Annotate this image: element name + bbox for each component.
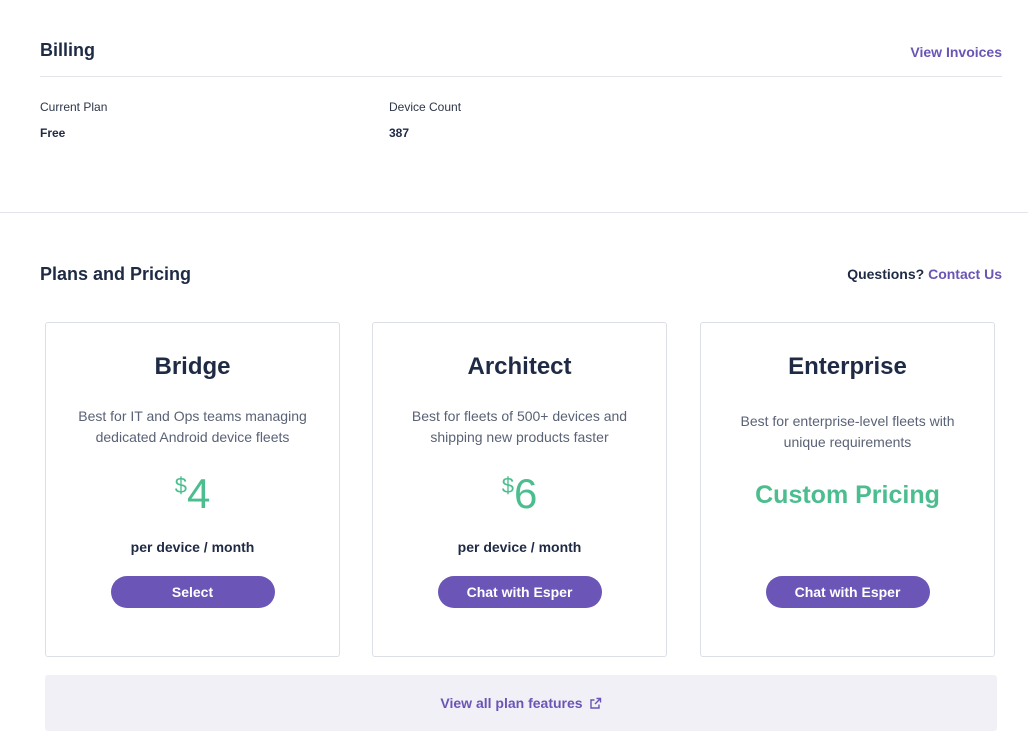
billing-header: Billing View Invoices (40, 38, 1002, 77)
device-count-label: Device Count (389, 100, 462, 114)
plans-title: Plans and Pricing (40, 264, 192, 284)
plan-card-bridge: Bridge Best for IT and Ops teams managin… (45, 322, 340, 657)
questions-text: Questions? Contact Us (847, 266, 1002, 282)
plan-description: Best for enterprise-level fleets with un… (740, 413, 955, 450)
plan-period: per device / month (130, 539, 255, 555)
price-currency: $ (174, 473, 187, 498)
price-amount: 4 (186, 470, 211, 517)
plan-card-enterprise: Enterprise Best for enterprise-level fle… (700, 322, 995, 657)
current-plan-value: Free (40, 126, 66, 140)
view-invoices-link[interactable]: View Invoices (910, 44, 1002, 60)
plans-header: Plans and Pricing Questions? Contact Us (40, 262, 1002, 285)
device-count-field: Device Count 387 (389, 100, 461, 140)
plan-description: Best for IT and Ops teams managing dedic… (78, 408, 307, 445)
plan-name: Bridge (154, 353, 231, 380)
chat-with-esper-button[interactable]: Chat with Esper (765, 576, 930, 608)
select-button[interactable]: Select (110, 576, 275, 608)
questions-label: Questions? (847, 265, 925, 282)
plan-description: Best for fleets of 500+ devices and ship… (411, 408, 628, 445)
plan-name: Enterprise (788, 353, 907, 380)
custom-pricing: Custom Pricing (755, 481, 940, 509)
plan-card-architect: Architect Best for fleets of 500+ device… (372, 322, 667, 657)
device-count-value: 387 (389, 126, 410, 140)
price-amount: 6 (513, 470, 538, 517)
contact-us-link[interactable]: Contact Us (928, 266, 1002, 282)
plan-price: $6 (373, 469, 666, 519)
billing-title: Billing (40, 40, 95, 60)
plan-name: Architect (467, 353, 572, 380)
price-currency: $ (501, 473, 514, 498)
billing-section: Billing View Invoices Current Plan Free … (0, 0, 1028, 213)
chat-with-esper-button[interactable]: Chat with Esper (437, 576, 602, 608)
external-link-icon (589, 697, 601, 709)
current-plan-field: Current Plan Free (40, 100, 107, 140)
plan-price: $4 (46, 469, 339, 519)
plan-period: per device / month (457, 539, 582, 555)
view-all-features-link[interactable]: View all plan features (45, 675, 997, 731)
view-all-features-label: View all plan features (440, 695, 583, 711)
current-plan-label: Current Plan (40, 100, 108, 114)
